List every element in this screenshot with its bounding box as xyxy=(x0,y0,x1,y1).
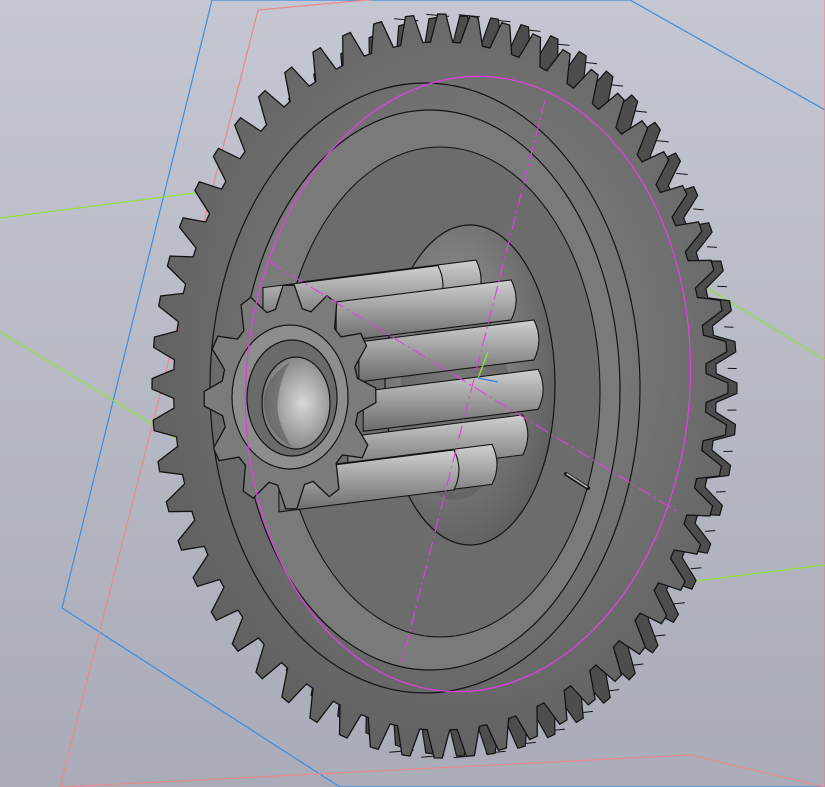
tooth-depth-edge xyxy=(706,246,718,248)
tooth-depth-edge xyxy=(717,285,727,288)
3d-viewport[interactable] xyxy=(0,0,825,787)
cad-scene[interactable] xyxy=(0,0,825,787)
tooth-depth-edge xyxy=(715,491,726,493)
